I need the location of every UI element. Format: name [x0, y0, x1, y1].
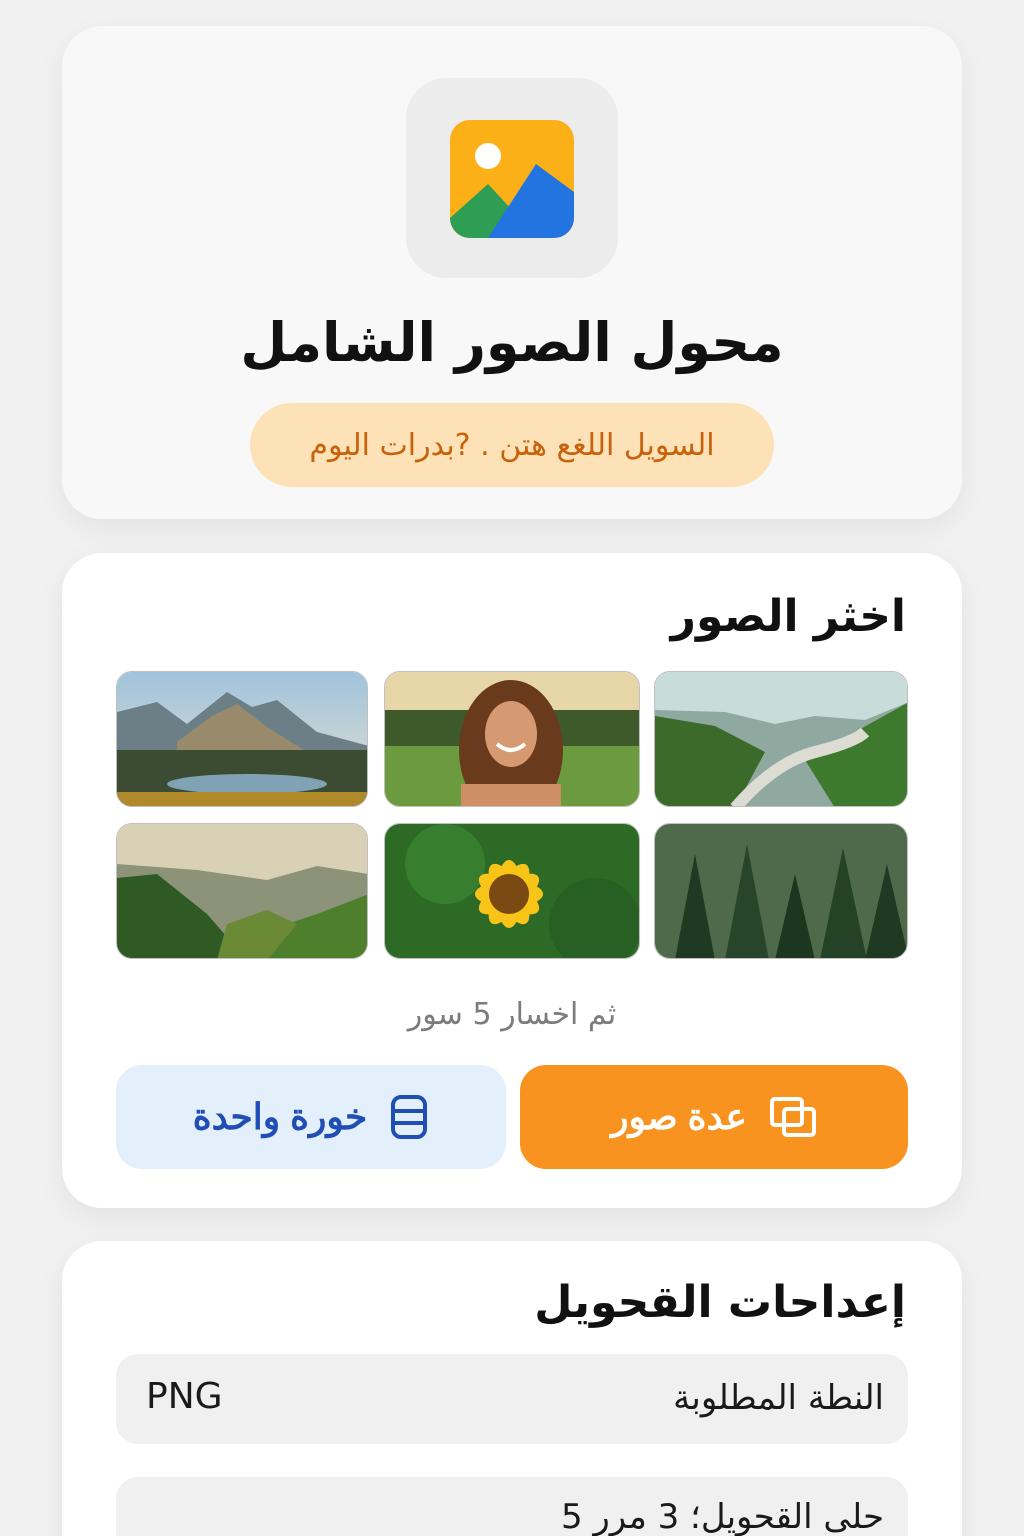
- conversion-progress-row: حلى القحويل؛ 3 مرر 5: [116, 1477, 908, 1536]
- conversion-settings-card: إعداحات القحويل النطة المطلوبة PNG حلى ا…: [62, 1241, 962, 1536]
- promo-banner[interactable]: السويل اللغع هتن . ?بدرات اليوم: [250, 403, 774, 487]
- conversion-progress-label: حلى القحويل؛ 3 مرر 5: [560, 1497, 884, 1536]
- image-gallery-icon: [450, 120, 574, 238]
- thumbnail-misty-hills[interactable]: [116, 823, 368, 959]
- conversion-settings-title: إعداحات القحويل: [534, 1277, 906, 1328]
- single-image-button[interactable]: خورة واحدة: [116, 1065, 506, 1169]
- selected-count: ثم اخسار 5 سور: [407, 997, 617, 1032]
- thumbnail-pine-forest[interactable]: [654, 823, 908, 959]
- single-image-label: خورة واحدة: [192, 1096, 368, 1137]
- thumbnail-mountain-lake[interactable]: [116, 671, 368, 807]
- app-icon-tile: [406, 78, 618, 278]
- multiple-images-label: عدة صور: [611, 1096, 747, 1137]
- app-title: محول الصور الشامل: [240, 311, 784, 374]
- multiple-images-button[interactable]: عدة صور: [520, 1065, 908, 1169]
- thumbnail-valley-road[interactable]: [654, 671, 908, 807]
- thumbnail-smiling-woman[interactable]: [384, 671, 640, 807]
- output-format-label: النطة المطلوبة: [673, 1378, 884, 1418]
- output-format-row[interactable]: النطة المطلوبة PNG: [116, 1354, 908, 1444]
- output-format-value: PNG: [146, 1376, 223, 1417]
- image-picker-card: اخثر الصور ثم اخسار 5 سور خورة واحدة عدة…: [62, 553, 962, 1208]
- select-images-title: اخثر الصور: [670, 591, 906, 642]
- multiple-images-icon: [769, 1097, 816, 1137]
- single-image-icon: [391, 1095, 428, 1139]
- thumbnail-sunflower[interactable]: [384, 823, 640, 959]
- header-card: محول الصور الشامل السويل اللغع هتن . ?بد…: [62, 26, 962, 519]
